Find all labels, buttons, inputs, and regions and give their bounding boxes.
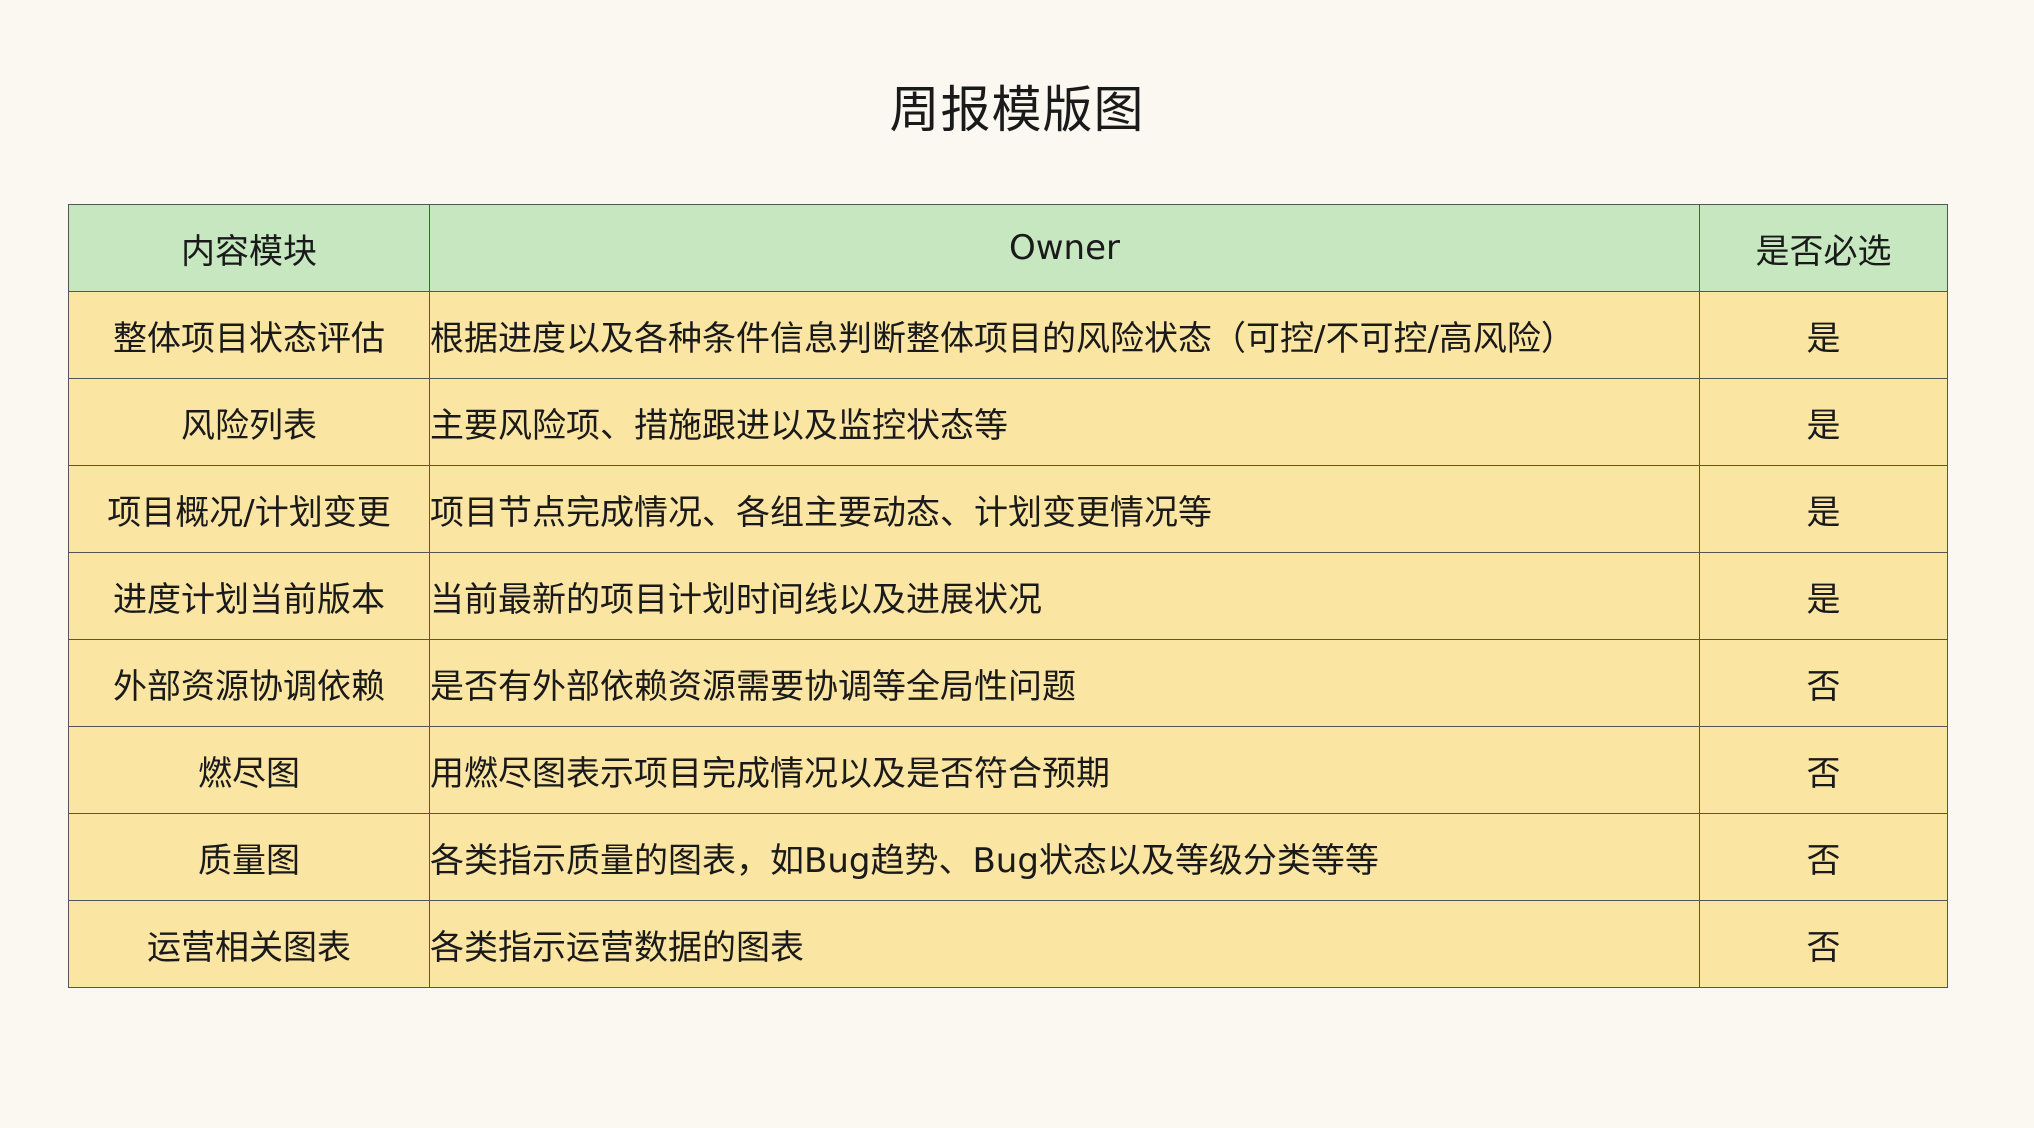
table-row: 燃尽图 用燃尽图表示项目完成情况以及是否符合预期 否 xyxy=(68,726,1948,814)
table-row: 进度计划当前版本 当前最新的项目计划时间线以及进展状况 是 xyxy=(68,552,1948,640)
table-row: 整体项目状态评估 根据进度以及各种条件信息判断整体项目的风险状态（可控/不可控/… xyxy=(68,291,1948,379)
description-cell: 项目节点完成情况、各组主要动态、计划变更情况等 xyxy=(429,465,1700,553)
description-cell: 各类指示运营数据的图表 xyxy=(429,900,1700,988)
description-cell: 用燃尽图表示项目完成情况以及是否符合预期 xyxy=(429,726,1700,814)
module-cell: 外部资源协调依赖 xyxy=(68,639,430,727)
module-cell: 燃尽图 xyxy=(68,726,430,814)
table-row: 外部资源协调依赖 是否有外部依赖资源需要协调等全局性问题 否 xyxy=(68,639,1948,727)
table-header-row: 内容模块 Owner 是否必选 xyxy=(68,204,1948,292)
module-cell: 项目概况/计划变更 xyxy=(68,465,430,553)
required-cell: 是 xyxy=(1699,291,1948,379)
required-cell: 是 xyxy=(1699,552,1948,640)
required-cell: 否 xyxy=(1699,639,1948,727)
required-cell: 否 xyxy=(1699,900,1948,988)
module-cell: 进度计划当前版本 xyxy=(68,552,430,640)
description-cell: 主要风险项、措施跟进以及监控状态等 xyxy=(429,378,1700,466)
table-row: 项目概况/计划变更 项目节点完成情况、各组主要动态、计划变更情况等 是 xyxy=(68,465,1948,553)
table-row: 质量图 各类指示质量的图表，如Bug趋势、Bug状态以及等级分类等等 否 xyxy=(68,813,1948,901)
table-row: 运营相关图表 各类指示运营数据的图表 否 xyxy=(68,900,1948,988)
module-cell: 风险列表 xyxy=(68,378,430,466)
required-cell: 是 xyxy=(1699,465,1948,553)
description-cell: 各类指示质量的图表，如Bug趋势、Bug状态以及等级分类等等 xyxy=(429,813,1700,901)
header-owner: Owner xyxy=(429,204,1700,292)
module-cell: 质量图 xyxy=(68,813,430,901)
header-module: 内容模块 xyxy=(68,204,430,292)
page-title: 周报模版图 xyxy=(889,81,1145,139)
table-row: 风险列表 主要风险项、措施跟进以及监控状态等 是 xyxy=(68,378,1948,466)
description-cell: 是否有外部依赖资源需要协调等全局性问题 xyxy=(429,639,1700,727)
description-cell: 根据进度以及各种条件信息判断整体项目的风险状态（可控/不可控/高风险） xyxy=(429,291,1700,379)
module-cell: 运营相关图表 xyxy=(68,900,430,988)
required-cell: 否 xyxy=(1699,726,1948,814)
required-cell: 是 xyxy=(1699,378,1948,466)
module-cell: 整体项目状态评估 xyxy=(68,291,430,379)
description-cell: 当前最新的项目计划时间线以及进展状况 xyxy=(429,552,1700,640)
required-cell: 否 xyxy=(1699,813,1948,901)
header-required: 是否必选 xyxy=(1699,204,1948,292)
weekly-report-table: 内容模块 Owner 是否必选 整体项目状态评估 根据进度以及各种条件信息判断整… xyxy=(68,204,1948,988)
